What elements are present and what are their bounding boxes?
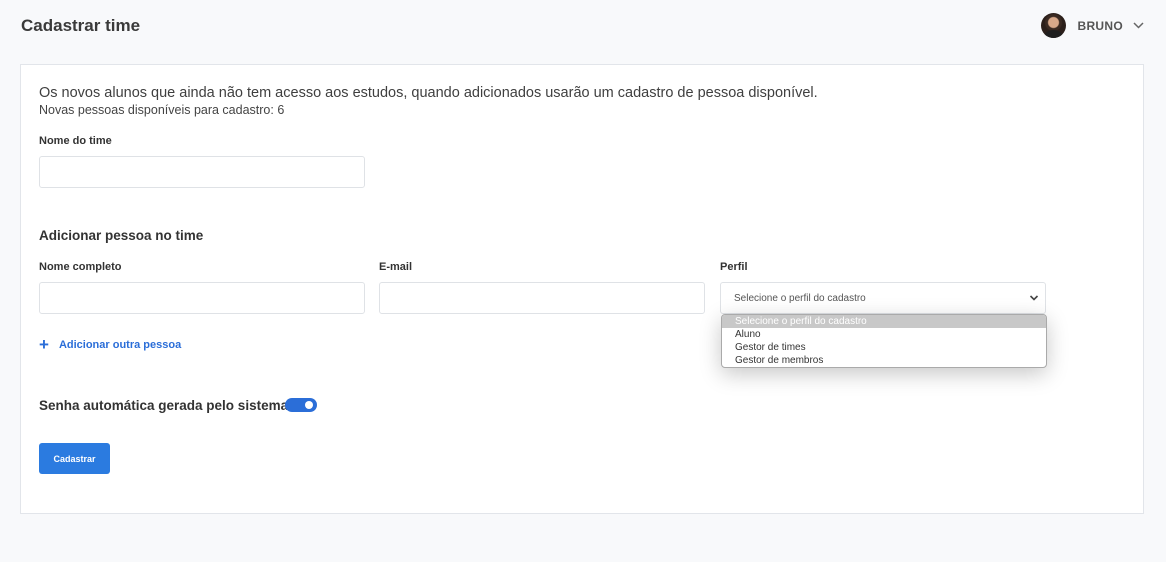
add-person-section-title: Adicionar pessoa no time: [39, 228, 204, 243]
chevron-down-icon: [1029, 293, 1039, 303]
full-name-label: Nome completo: [39, 261, 122, 273]
profile-select-value: Selecione o perfil do cadastro: [734, 292, 866, 304]
add-another-person-label: Adicionar outra pessoa: [58, 339, 182, 351]
profile-dropdown-list: Selecione o perfil do cadastro Aluno Ges…: [721, 314, 1047, 368]
register-team-card: Os novos alunos que ainda não tem acesso…: [20, 64, 1144, 514]
profile-option[interactable]: Gestor de membros: [722, 354, 1046, 367]
profile-label: Perfil: [720, 261, 748, 273]
user-menu[interactable]: BRUNO: [1040, 13, 1145, 38]
auto-password-toggle[interactable]: [285, 398, 317, 412]
email-label: E-mail: [379, 261, 413, 273]
auto-password-label: Senha automática gerada pelo sistema: [39, 398, 289, 413]
submit-button[interactable]: Cadastrar: [39, 443, 110, 474]
plus-icon: +: [39, 335, 49, 354]
toggle-knob: [305, 401, 313, 409]
user-name: BRUNO: [1077, 18, 1123, 33]
profile-select[interactable]: Selecione o perfil do cadastro: [720, 282, 1046, 314]
team-name-input[interactable]: [39, 156, 365, 188]
profile-option[interactable]: Aluno: [722, 328, 1046, 341]
available-people-count: Novas pessoas disponíveis para cadastro:…: [39, 103, 285, 117]
team-name-label: Nome do time: [39, 135, 112, 147]
email-input[interactable]: [379, 282, 705, 314]
info-text: Os novos alunos que ainda não tem acesso…: [39, 85, 818, 101]
add-another-person-button[interactable]: + Adicionar outra pessoa: [39, 335, 182, 354]
full-name-input[interactable]: [39, 282, 365, 314]
chevron-down-icon: [1132, 20, 1144, 32]
avatar: [1040, 13, 1066, 38]
profile-option[interactable]: Gestor de times: [722, 341, 1046, 354]
page-title: Cadastrar time: [21, 16, 141, 35]
profile-option[interactable]: Selecione o perfil do cadastro: [722, 315, 1046, 328]
